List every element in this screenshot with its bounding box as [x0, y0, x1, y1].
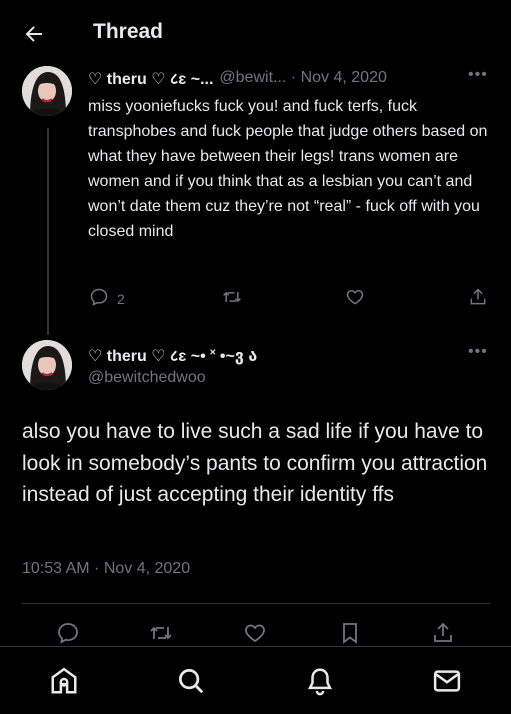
bell-icon[interactable] — [305, 666, 335, 696]
divider — [22, 603, 490, 604]
share-button[interactable] — [431, 621, 455, 648]
back-arrow-icon[interactable] — [22, 22, 46, 46]
reply-button[interactable]: 2 — [89, 287, 125, 310]
top-bar: Thread — [0, 0, 511, 66]
tweet-timestamp[interactable]: 10:53 AM · Nov 4, 2020 — [22, 560, 190, 578]
share-icon — [468, 287, 488, 310]
reply-button[interactable] — [56, 621, 80, 648]
display-name[interactable]: ♡ theru ♡ ८ɛ ~... — [88, 67, 213, 89]
display-name[interactable]: ♡ theru ♡ ८ɛ ~• ˟ •~ვ ა — [88, 344, 257, 366]
mail-icon[interactable] — [432, 666, 462, 696]
tweet-date[interactable]: Nov 4, 2020 — [301, 69, 387, 87]
more-options-icon[interactable]: ••• — [468, 343, 488, 361]
search-icon[interactable] — [176, 666, 206, 696]
like-button[interactable] — [243, 621, 267, 648]
retweet-icon — [149, 621, 173, 648]
bottom-nav-divider — [0, 646, 511, 647]
reply-tweet-text: miss yooniefucks fuck you! and fuck terf… — [88, 98, 488, 240]
main-tweet-text: also you have to live such a sad life if… — [22, 420, 488, 506]
handle[interactable]: @bewit... — [219, 69, 286, 87]
bookmark-button[interactable] — [338, 621, 362, 648]
retweet-button[interactable] — [222, 287, 242, 310]
home-icon[interactable] — [49, 666, 79, 696]
date-separator: · — [286, 69, 301, 86]
reply-icon — [56, 621, 80, 648]
main-handle-row: @bewitchedwoo — [88, 369, 206, 387]
share-icon — [431, 621, 455, 648]
share-button[interactable] — [468, 287, 488, 310]
heart-icon — [345, 287, 365, 310]
like-button[interactable] — [345, 287, 365, 310]
avatar[interactable] — [22, 340, 72, 390]
page-title: Thread — [93, 20, 164, 43]
reply-author-row: ♡ theru ♡ ८ɛ ~... @bewit... · Nov 4, 202… — [88, 67, 387, 89]
avatar[interactable] — [22, 66, 72, 116]
reply-count: 2 — [117, 290, 125, 307]
heart-icon — [243, 621, 267, 648]
main-author-row: ♡ theru ♡ ८ɛ ~• ˟ •~ვ ა — [88, 344, 257, 366]
retweet-button[interactable] — [149, 621, 173, 648]
more-options-icon[interactable]: ••• — [468, 66, 488, 84]
handle[interactable]: @bewitchedwoo — [88, 369, 206, 387]
reply-icon — [89, 287, 109, 310]
thread-connector — [47, 128, 49, 335]
bookmark-icon — [338, 621, 362, 648]
retweet-icon — [222, 287, 242, 310]
